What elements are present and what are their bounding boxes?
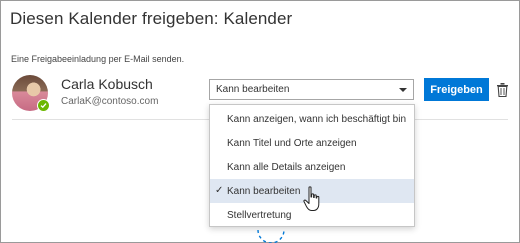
dialog-subtitle: Eine Freigabeeinladung per E-Mail senden… [11,54,185,64]
checkmark-icon [40,103,47,109]
menu-item-label: Kann anzeigen, wann ich beschäftigt bin [227,113,407,125]
dialog-title: Diesen Kalender freigeben: Kalender [10,9,293,28]
menu-item-label: Stellvertretung [227,209,292,221]
chevron-down-icon [399,88,407,92]
trash-icon[interactable] [497,83,508,97]
avatar [12,75,50,112]
menu-item-titles-locations[interactable]: Kann Titel und Orte anzeigen [210,131,414,155]
menu-item-all-details[interactable]: Kann alle Details anzeigen [210,155,414,179]
permission-select-value: Kann bearbeiten [216,84,290,95]
menu-item-busy-only[interactable]: Kann anzeigen, wann ich beschäftigt bin [210,107,414,131]
menu-item-label: Kann Titel und Orte anzeigen [227,137,357,149]
permission-select[interactable]: Kann bearbeiten [209,79,414,100]
hand-pointer-icon [303,186,320,211]
menu-item-label: Kann bearbeiten [227,185,301,197]
menu-item-label: Kann alle Details anzeigen [227,161,346,173]
presence-available-icon [37,99,50,112]
checkmark-icon: ✓ [215,185,224,196]
user-name: Carla Kobusch [61,76,153,92]
loading-spinner-icon [257,229,285,243]
user-email: CarlaK@contoso.com [61,96,159,107]
share-button[interactable]: Freigeben [424,78,489,101]
